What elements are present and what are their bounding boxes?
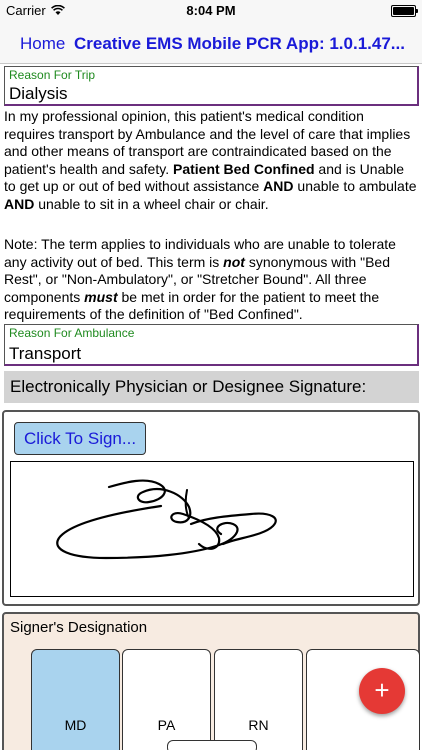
- signature-drawing: [56, 479, 277, 560]
- bottom-element[interactable]: [167, 740, 257, 750]
- nav-title: Creative EMS Mobile PCR App: 1.0.1.47...: [74, 34, 405, 53]
- reason-for-ambulance-value[interactable]: Transport: [9, 344, 81, 364]
- signature-panel: Click To Sign...: [2, 410, 420, 606]
- reason-for-trip-value[interactable]: Dialysis: [9, 84, 68, 104]
- bed-confined-note: Note: The term applies to individuals wh…: [4, 236, 396, 322]
- home-back-button[interactable]: Home: [20, 34, 65, 54]
- signer-designation-label: Signer's Designation: [10, 619, 148, 636]
- click-to-sign-button[interactable]: Click To Sign...: [14, 422, 146, 455]
- medical-necessity-paragraph: In my professional opinion, this patient…: [4, 108, 417, 212]
- battery-icon: [391, 5, 418, 17]
- signature-pad[interactable]: [10, 461, 414, 597]
- navigation-bar: Home Creative EMS Mobile PCR App: 1.0.1.…: [0, 22, 422, 64]
- reason-for-ambulance-label: Reason For Ambulance: [9, 326, 135, 340]
- status-time: 8:04 PM: [186, 3, 236, 18]
- reason-for-ambulance-field[interactable]: Reason For Ambulance Transport: [4, 324, 419, 366]
- designation-option-pa[interactable]: PA: [122, 649, 211, 750]
- reason-for-trip-field[interactable]: Reason For Trip Dialysis: [4, 66, 419, 106]
- reason-for-trip-label: Reason For Trip: [9, 68, 96, 82]
- designation-option-rn[interactable]: RN: [214, 649, 303, 750]
- designation-option-md[interactable]: MD: [31, 649, 120, 750]
- status-bar: Carrier 8:04 PM: [0, 0, 422, 22]
- add-button[interactable]: +: [359, 668, 405, 714]
- signer-designation-panel: Signer's Designation MD PA RN: [2, 612, 420, 750]
- signature-section-header: Electronically Physician or Designee Sig…: [4, 371, 419, 403]
